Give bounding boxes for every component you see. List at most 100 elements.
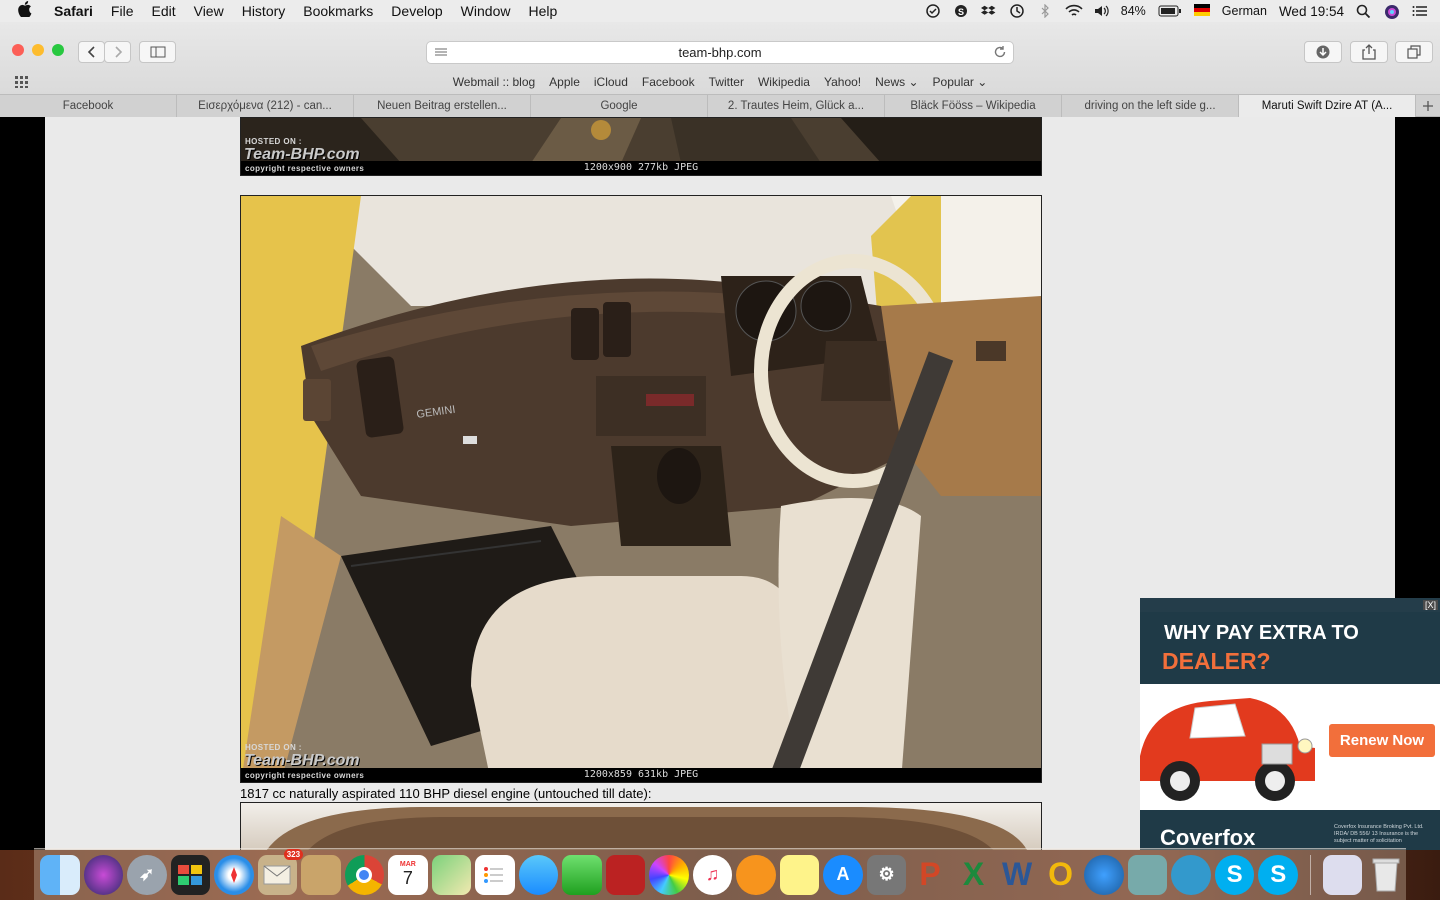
watermark-hosted-1: HOSTED ON : (245, 137, 302, 146)
bookmark-apple[interactable]: Apple (549, 75, 580, 89)
tab-facebook[interactable]: Facebook (0, 95, 177, 117)
minimize-window-button[interactable] (32, 44, 44, 56)
menu-file[interactable]: File (111, 3, 134, 19)
bookmark-folder-news[interactable]: News ⌄ (875, 75, 918, 89)
ad-close-button[interactable]: [X] (1422, 600, 1438, 610)
people-app-icon[interactable] (1171, 854, 1211, 895)
reload-icon[interactable] (993, 45, 1007, 62)
facetime-icon[interactable] (562, 854, 602, 895)
checkmark-status-icon[interactable] (925, 4, 941, 18)
trash-icon[interactable] (1366, 855, 1406, 895)
time-machine-icon[interactable] (1009, 4, 1025, 18)
german-flag-icon[interactable] (1193, 4, 1210, 18)
tabs-overview-icon (1407, 45, 1421, 59)
chrome-icon[interactable] (344, 854, 385, 895)
bookmark-wikipedia[interactable]: Wikipedia (758, 75, 810, 89)
word-icon[interactable]: W (997, 855, 1037, 895)
show-tabs-button[interactable] (1395, 41, 1433, 63)
input-source-label[interactable]: German (1222, 4, 1267, 18)
bookmark-icloud[interactable]: iCloud (594, 75, 628, 89)
close-window-button[interactable] (12, 44, 24, 56)
sidebar-button[interactable] (139, 41, 176, 63)
downloads-button[interactable] (1304, 41, 1342, 63)
safari-icon[interactable] (214, 854, 254, 895)
finder-icon[interactable] (40, 854, 80, 895)
dropbox-icon[interactable] (980, 4, 997, 18)
bookmark-webmail[interactable]: Webmail :: blog (453, 75, 535, 89)
stickies-icon[interactable] (779, 854, 820, 895)
forum-photo-previous[interactable]: HOSTED ON : Team-BHP.com 1200x900 277kb … (240, 117, 1042, 176)
page-left-margin (0, 117, 45, 850)
reminders-icon[interactable] (475, 854, 515, 895)
spotlight-search-icon[interactable] (1356, 4, 1372, 19)
forward-button[interactable] (104, 41, 131, 63)
bluetooth-icon[interactable] (1037, 3, 1053, 19)
coverfox-ad[interactable]: [X] WHY PAY EXTRA TO DEALER? Renew Now C… (1140, 598, 1440, 850)
photo-booth-icon[interactable] (605, 854, 646, 895)
tab-new-post[interactable]: Neuen Beitrag erstellen... (354, 95, 531, 117)
menu-window[interactable]: Window (461, 3, 511, 19)
address-bar[interactable]: team-bhp.com (426, 41, 1014, 64)
itunes-icon[interactable]: ♫ (692, 854, 733, 895)
photos-icon[interactable] (649, 854, 689, 895)
browser-toolbar: team-bhp.com Webmail :: blog Apple iClou… (0, 22, 1440, 117)
downloads-stack-icon[interactable] (1322, 854, 1363, 895)
tab-team-bhp-active[interactable]: Maruti Swift Dzire AT (A... (1239, 95, 1416, 117)
menu-bookmarks[interactable]: Bookmarks (303, 3, 373, 19)
url-text[interactable]: team-bhp.com (678, 45, 761, 60)
bookmark-twitter[interactable]: Twitter (709, 75, 744, 89)
share-button[interactable] (1350, 41, 1388, 63)
tab-bar: Facebook Εισερχόμενα (212) - can... Neue… (0, 94, 1440, 117)
bookmarks-bar: Webmail :: blog Apple iCloud Facebook Tw… (0, 72, 1440, 92)
apple-menu-icon[interactable] (18, 0, 38, 22)
wifi-icon[interactable] (1065, 4, 1083, 18)
bookmark-facebook[interactable]: Facebook (642, 75, 695, 89)
menu-history[interactable]: History (242, 3, 286, 19)
reader-icon[interactable] (434, 46, 448, 61)
ibooks-icon[interactable] (736, 854, 776, 895)
tab-trautes-heim[interactable]: 2. Trautes Heim, Glück a... (708, 95, 885, 117)
excel-icon[interactable]: X (954, 855, 994, 895)
menu-help[interactable]: Help (528, 3, 557, 19)
menu-edit[interactable]: Edit (151, 3, 175, 19)
zoom-window-button[interactable] (52, 44, 64, 56)
skype-icon[interactable]: S (1214, 854, 1255, 895)
renew-now-button[interactable]: Renew Now (1329, 724, 1435, 757)
siri-icon[interactable] (83, 854, 124, 895)
watermark-copyright-2: copyright respective owners (245, 771, 365, 780)
dashboard-icon[interactable] (170, 854, 211, 895)
tab-driving-left[interactable]: driving on the left side g... (1062, 95, 1239, 117)
bookmark-yahoo[interactable]: Yahoo! (824, 75, 861, 89)
menu-develop[interactable]: Develop (391, 3, 442, 19)
tab-black-foss-wikipedia[interactable]: Bläck Fööss – Wikipedia (885, 95, 1062, 117)
utility-app-icon[interactable] (1127, 854, 1168, 895)
notification-center-icon[interactable] (1412, 4, 1428, 18)
ad-headline-2: DEALER? (1162, 648, 1271, 674)
battery-icon[interactable] (1158, 4, 1182, 18)
mail-icon[interactable]: 323 (257, 848, 304, 895)
launchpad-icon[interactable]: ➶ (127, 854, 167, 895)
skype-tray-icon[interactable]: S (953, 4, 969, 18)
menu-app-safari[interactable]: Safari (54, 3, 93, 19)
system-preferences-icon[interactable]: ⚙ (866, 854, 907, 895)
onenote-or-outlook-icon[interactable]: O (1041, 855, 1081, 895)
menu-view[interactable]: View (194, 3, 224, 19)
clock[interactable]: Wed 19:54 (1279, 4, 1344, 19)
calendar-icon[interactable]: MAR 7 (388, 854, 428, 895)
notes-app-icon[interactable] (301, 854, 341, 895)
volume-icon[interactable] (1093, 4, 1109, 18)
skype-for-business-icon[interactable]: S (1258, 854, 1298, 895)
new-tab-button[interactable] (1416, 95, 1440, 116)
powerpoint-icon[interactable]: P (910, 855, 950, 895)
bookmark-folder-popular[interactable]: Popular ⌄ (933, 75, 988, 89)
tab-inbox[interactable]: Εισερχόμενα (212) - can... (177, 95, 354, 117)
maps-icon[interactable] (431, 854, 472, 895)
network-globe-icon[interactable] (1084, 854, 1124, 895)
app-store-icon[interactable]: A (823, 854, 863, 895)
back-button[interactable] (78, 41, 105, 63)
forum-photo-car-interior[interactable]: GEMINI HOSTED ON: Team-BHP.com 1200x859… (240, 195, 1042, 783)
forum-photo-engine[interactable] (240, 802, 1042, 850)
siri-icon[interactable] (1384, 4, 1400, 19)
messages-icon[interactable] (518, 854, 559, 895)
tab-google[interactable]: Google (531, 95, 708, 117)
